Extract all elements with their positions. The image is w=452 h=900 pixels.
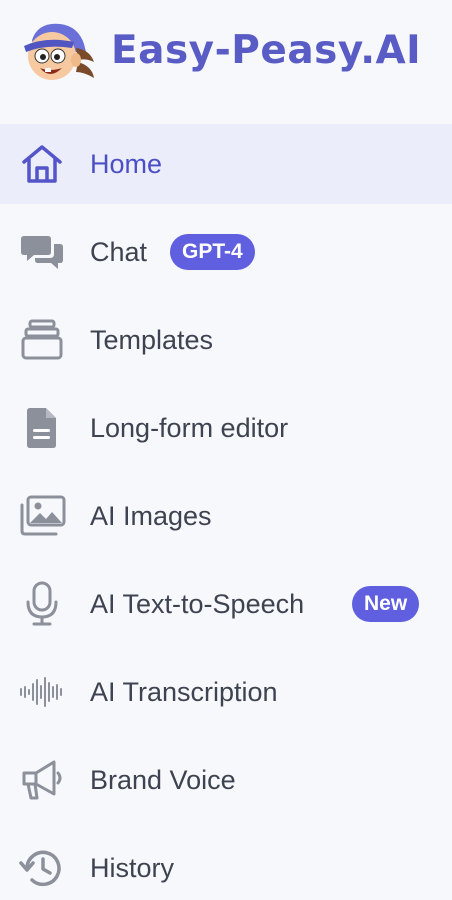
brand-name: Easy-Peasy.AI [111, 28, 422, 73]
waveform-icon [18, 668, 66, 716]
nav-label-history: History [90, 853, 175, 883]
sidebar: Easy-Peasy.AI Home Chat GPT-4 Templates … [0, 0, 452, 900]
nav-label-chat: Chat [90, 237, 148, 267]
nav-item-home[interactable]: Home [0, 124, 452, 204]
nav-item-long-form-editor[interactable]: Long-form editor [0, 388, 452, 468]
megaphone-icon [18, 756, 66, 804]
chat-bubbles-icon [18, 228, 66, 276]
history-icon [18, 844, 66, 892]
main-nav: Home Chat GPT-4 Templates Long-form edit… [0, 124, 452, 900]
images-icon [18, 492, 66, 540]
templates-stack-icon [18, 316, 66, 364]
document-icon [18, 404, 66, 452]
nav-label-ai-transcription: AI Transcription [90, 677, 278, 707]
nav-item-brand-voice[interactable]: Brand Voice [0, 740, 452, 820]
nav-label-home: Home [90, 149, 163, 179]
home-icon [18, 140, 66, 188]
nav-item-ai-transcription[interactable]: AI Transcription [0, 652, 452, 732]
nav-label-brand-voice: Brand Voice [90, 765, 236, 795]
nav-label-long-form-editor: Long-form editor [90, 413, 289, 443]
gpt4-badge: GPT-4 [170, 234, 255, 270]
mascot-logo-icon [24, 23, 94, 80]
nav-item-ai-images[interactable]: AI Images [0, 476, 452, 556]
new-badge: New [352, 586, 420, 622]
nav-label-templates: Templates [90, 325, 214, 355]
brand-header[interactable]: Easy-Peasy.AI [0, 0, 452, 110]
nav-label-ai-text-to-speech: AI Text-to-Speech [90, 589, 305, 619]
nav-item-chat[interactable]: Chat GPT-4 [0, 212, 452, 292]
nav-item-templates[interactable]: Templates [0, 300, 452, 380]
nav-item-history[interactable]: History [0, 828, 452, 900]
nav-item-ai-text-to-speech[interactable]: AI Text-to-Speech New [0, 564, 452, 644]
microphone-icon [18, 580, 66, 628]
nav-label-ai-images: AI Images [90, 501, 212, 531]
